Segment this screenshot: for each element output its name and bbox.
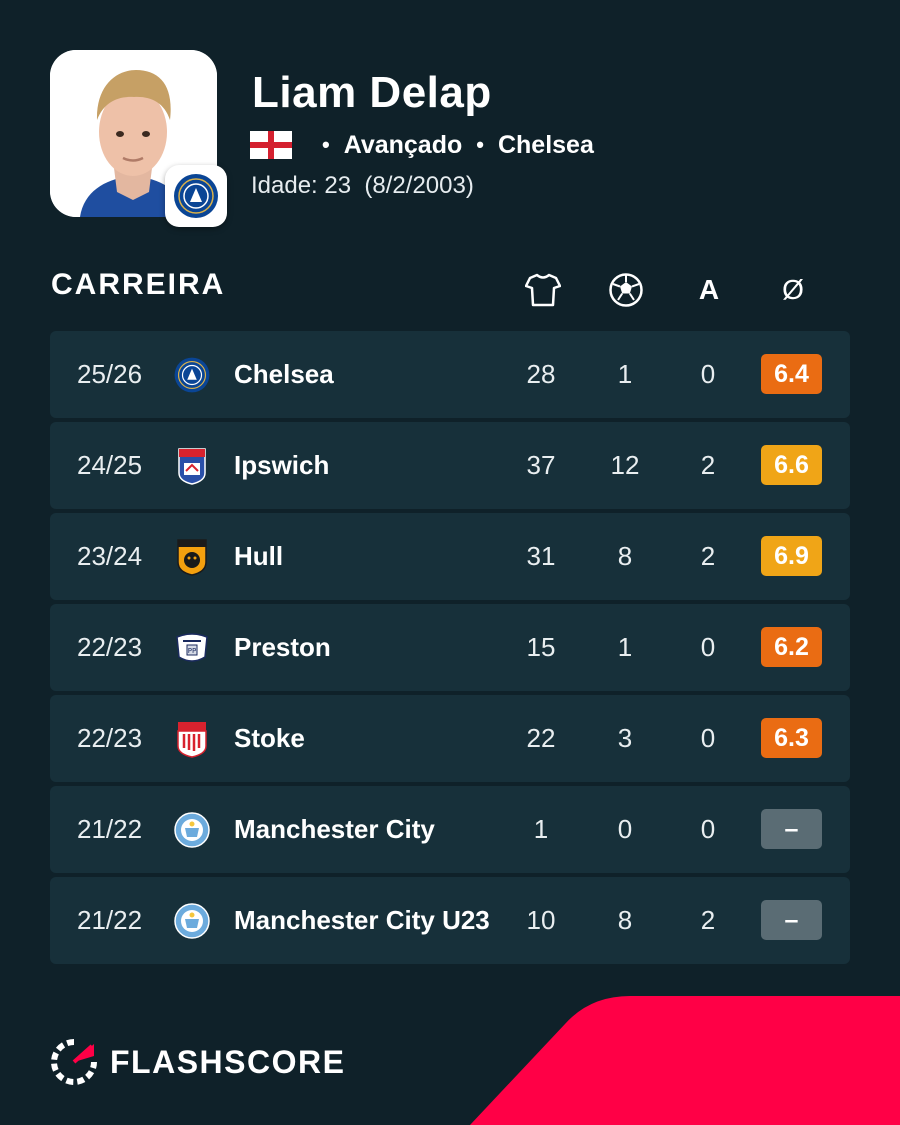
player-meta: • Avançado • Chelsea — [250, 130, 594, 160]
rating-badge: – — [761, 900, 822, 940]
club-name: Preston — [234, 632, 331, 662]
career-row: 21/22 Manchester City U23 10 8 2 – — [50, 877, 850, 964]
career-row: 22/23 Stoke 22 3 0 6.3 — [50, 695, 850, 782]
svg-text:PP: PP — [188, 647, 196, 655]
career-row: 23/24 Hull 31 8 2 6.9 — [50, 513, 850, 600]
ipswich-crest-icon — [172, 446, 212, 486]
hull-crest-icon — [172, 537, 212, 577]
flashscore-logo: FLASHSCORE — [50, 1038, 345, 1086]
chelsea-crest-icon — [174, 174, 218, 218]
appearances-value: 37 — [526, 450, 556, 480]
appearances-value: 10 — [526, 905, 556, 935]
goals-header — [606, 270, 646, 310]
assists-value: 2 — [700, 905, 716, 935]
goals-value: 1 — [617, 632, 633, 662]
season-label: 21/22 — [77, 905, 143, 935]
goals-value: 12 — [610, 450, 640, 480]
ball-icon — [609, 273, 643, 307]
rating-badge: 6.6 — [761, 445, 822, 485]
man-city-crest-icon — [172, 810, 212, 850]
rating-badge: 6.3 — [761, 718, 822, 758]
player-name: Liam Delap — [252, 68, 492, 117]
goals-value: 0 — [617, 814, 633, 844]
club-name: Manchester City — [234, 814, 435, 844]
player-age: Idade: 23 (8/2/2003) — [251, 172, 474, 199]
logo-text: FLASHSCORE — [110, 1043, 346, 1080]
rating-header: Ø — [782, 274, 804, 305]
rating-badge: – — [761, 809, 822, 849]
preston-crest-icon: PP — [172, 628, 212, 668]
season-label: 22/23 — [77, 723, 143, 753]
goals-value: 8 — [617, 541, 633, 571]
club-name: Chelsea — [234, 359, 334, 389]
appearances-value: 28 — [526, 359, 556, 389]
appearances-value: 31 — [526, 541, 556, 571]
goals-value: 1 — [617, 359, 633, 389]
appearances-value: 22 — [526, 723, 556, 753]
appearances-header — [523, 270, 563, 310]
season-label: 21/22 — [77, 814, 143, 844]
rating-badge: 6.2 — [761, 627, 822, 667]
season-label: 22/23 — [77, 632, 143, 662]
chelsea-crest-icon — [172, 355, 212, 395]
assists-value: 0 — [700, 359, 716, 389]
goals-value: 3 — [617, 723, 633, 753]
club-badge — [165, 165, 227, 227]
separator-dot: • — [476, 132, 484, 157]
player-header: Liam Delap • Avançado • Chelsea Idade: 2… — [50, 50, 850, 230]
shirt-icon — [525, 273, 561, 307]
assists-header: A — [698, 274, 720, 305]
season-label: 24/25 — [77, 450, 143, 480]
career-row: 24/25 Ipswich 37 12 2 6.6 — [50, 422, 850, 509]
appearances-value: 15 — [526, 632, 556, 662]
player-club: Chelsea — [497, 130, 594, 159]
player-position: Avançado — [343, 130, 463, 159]
appearances-value: 1 — [533, 814, 549, 844]
rating-badge: 6.9 — [761, 536, 822, 576]
career-table: 25/26 Chelsea 28 1 0 6.4 24/25 Ipswich 37 12 2 6.6 2… — [50, 331, 850, 968]
club-name: Hull — [234, 541, 284, 571]
assists-value: 0 — [700, 723, 716, 753]
goals-value: 8 — [617, 905, 633, 935]
england-flag-icon — [250, 131, 292, 159]
club-name: Stoke — [234, 723, 305, 753]
separator-dot: • — [322, 132, 330, 157]
club-name: Ipswich — [234, 450, 330, 480]
assists-value: 0 — [700, 814, 716, 844]
assists-value: 0 — [700, 632, 716, 662]
stoke-crest-icon — [172, 719, 212, 759]
career-row: 25/26 Chelsea 28 1 0 6.4 — [50, 331, 850, 418]
assists-value: 2 — [700, 541, 716, 571]
footer-accent-shape — [470, 996, 900, 1125]
career-row: 21/22 Manchester City 1 0 0 – — [50, 786, 850, 873]
season-label: 23/24 — [77, 541, 143, 571]
man-city-crest-icon — [172, 901, 212, 941]
rating-badge: 6.4 — [761, 354, 822, 394]
career-title: Carreira — [51, 268, 226, 301]
assists-value: 2 — [700, 450, 716, 480]
career-row: 22/23 PP Preston 15 1 0 6.2 — [50, 604, 850, 691]
season-label: 25/26 — [77, 359, 143, 389]
flashscore-logo-icon — [51, 1039, 97, 1085]
club-name: Manchester City U23 — [234, 905, 490, 935]
